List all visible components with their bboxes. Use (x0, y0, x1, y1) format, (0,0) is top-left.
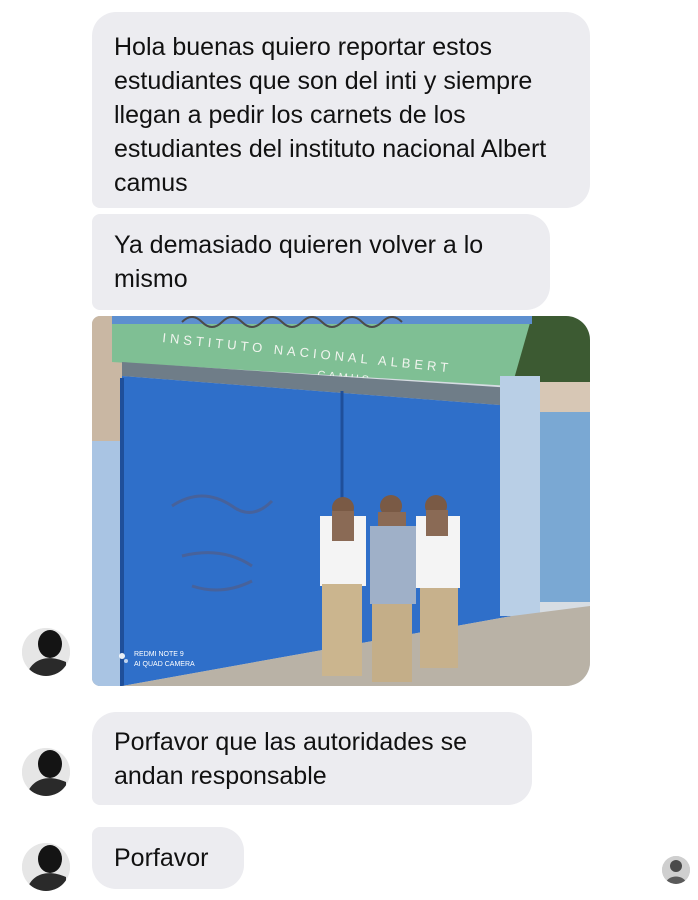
avatar-image (22, 748, 70, 796)
message-text: Ya demasiado quieren volver a lo mismo (114, 231, 484, 293)
camera-watermark: AI QUAD CAMERA (134, 661, 195, 668)
sender-avatar[interactable] (22, 748, 70, 796)
avatar-image (22, 628, 70, 676)
photo-illustration: INSTITUTO NACIONAL ALBERT CAMUS (92, 316, 590, 686)
seen-avatar-image (662, 856, 690, 884)
message-text: Porfavor (114, 844, 209, 872)
message-bubble[interactable]: Ya demasiado quieren volver a lo mismo (92, 214, 550, 310)
message-bubble[interactable]: Porfavor que las autoridades se andan re… (92, 712, 532, 805)
message-bubble[interactable]: Hola buenas quiero reportar estos estudi… (92, 12, 590, 208)
message-text: Porfavor que las autoridades se andan re… (114, 728, 467, 790)
avatar-image (22, 843, 70, 891)
message-bubble[interactable]: Porfavor (92, 827, 244, 889)
sender-avatar[interactable] (22, 843, 70, 891)
sender-avatar[interactable] (22, 628, 70, 676)
message-text: Hola buenas quiero reportar estos estudi… (114, 33, 547, 197)
seen-indicator-avatar (662, 856, 690, 884)
attached-photo[interactable]: INSTITUTO NACIONAL ALBERT CAMUS (92, 316, 590, 686)
camera-watermark: REDMI NOTE 9 (134, 651, 184, 658)
